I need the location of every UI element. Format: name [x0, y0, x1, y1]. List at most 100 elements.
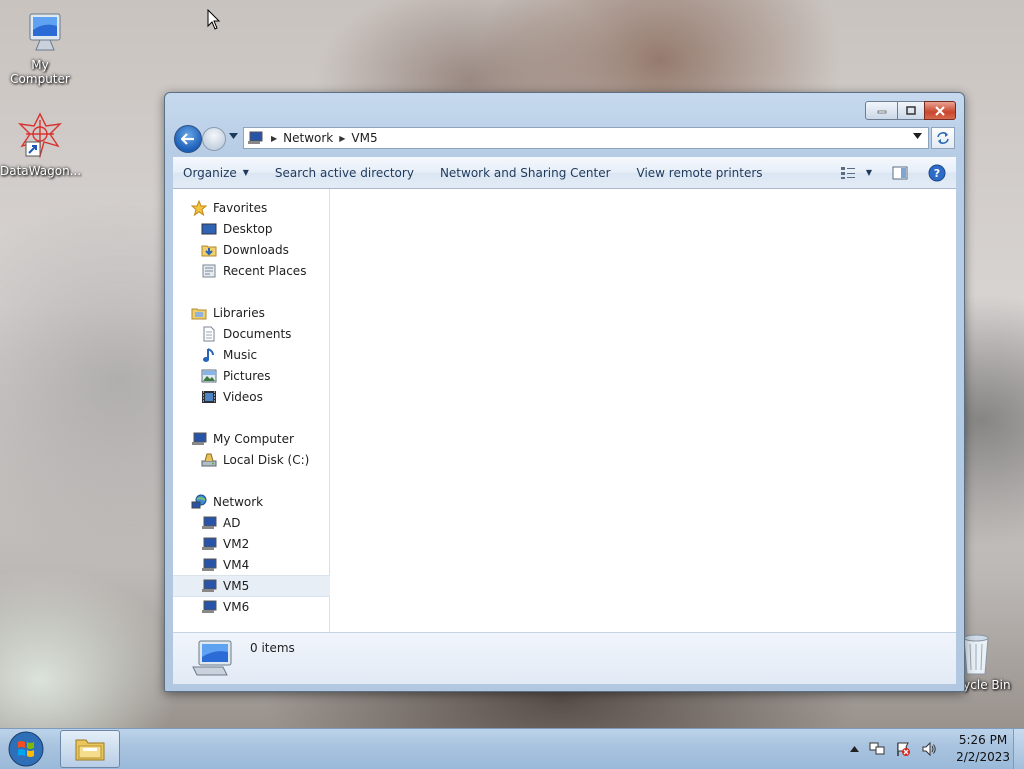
videos-icon [202, 391, 216, 403]
action-center-tray-icon[interactable] [895, 741, 911, 757]
network-tray-icon[interactable] [869, 741, 885, 757]
organize-button[interactable]: Organize ▼ [183, 166, 249, 180]
minimize-icon [877, 110, 886, 113]
desktop-icon-datawagon[interactable]: DataWagon... [0, 112, 82, 178]
organize-label: Organize [183, 165, 237, 180]
show-desktop-button[interactable] [1013, 729, 1024, 769]
nav-music-label: Music [223, 348, 258, 362]
view-controls: ▼ ? [830, 157, 956, 188]
breadcrumb-vm5[interactable]: VM5 [351, 131, 377, 145]
nav-libraries[interactable]: Libraries [173, 303, 347, 323]
nav-network-vm4-label: VM4 [223, 558, 250, 572]
taskbar-explorer-button[interactable] [60, 730, 120, 768]
hard-drive-icon [201, 453, 217, 467]
show-hidden-icons-button[interactable] [850, 746, 860, 752]
back-arrow-icon [181, 133, 194, 145]
window-controls [865, 101, 956, 120]
nav-my-computer-label: My Computer [213, 432, 294, 446]
maximize-button[interactable] [898, 101, 924, 120]
close-button[interactable] [924, 101, 956, 120]
start-button[interactable] [6, 731, 46, 767]
nav-network-vm2-label: VM2 [223, 537, 250, 551]
network-computer-icon [202, 516, 217, 529]
computer-icon [192, 432, 207, 445]
pictures-icon [201, 369, 217, 383]
view-details-icon [840, 166, 855, 179]
search-active-directory-label: Search active directory [274, 165, 414, 180]
help-icon: ? [928, 164, 946, 181]
star-icon [191, 200, 207, 216]
file-list-pane[interactable] [330, 189, 956, 632]
back-button[interactable] [174, 125, 202, 153]
downloads-folder-icon [201, 245, 217, 257]
nav-favorites-label: Favorites [213, 201, 268, 215]
folder-icon [75, 739, 105, 761]
explorer-window[interactable]: ▶ Network ▶ VM5 Organize ▼ Search active… [164, 92, 965, 692]
help-button[interactable]: ? [928, 164, 946, 182]
item-count: 0 items [250, 641, 295, 655]
network-computer-icon [202, 579, 217, 592]
close-icon [935, 105, 945, 116]
music-note-icon [203, 348, 214, 362]
refresh-icon [937, 132, 949, 144]
network-icon [191, 494, 207, 509]
nav-pictures-label: Pictures [223, 369, 271, 383]
network-computer-icon [248, 131, 263, 144]
change-view-button[interactable]: ▼ [840, 166, 872, 180]
details-pane: 0 items [173, 632, 956, 684]
nav-my-computer[interactable]: My Computer [173, 429, 347, 449]
network-sharing-center-button[interactable]: Network and Sharing Center [440, 166, 611, 180]
forward-button[interactable] [202, 127, 226, 151]
desktop-icon-label: My Computer [10, 58, 70, 86]
documents-icon [203, 326, 215, 342]
nav-network-vm5-label: VM5 [223, 579, 250, 593]
nav-libraries-label: Libraries [213, 306, 265, 320]
network-status-icon [869, 742, 885, 755]
network-computer-icon [202, 558, 217, 571]
search-active-directory-button[interactable]: Search active directory [275, 166, 414, 180]
preview-pane-button[interactable] [892, 166, 908, 180]
chevron-down-icon: ▼ [865, 168, 872, 177]
clock-time: 5:26 PM [958, 733, 1008, 747]
maximize-icon [906, 106, 916, 115]
network-sharing-center-label: Network and Sharing Center [439, 165, 611, 180]
history-dropdown-icon[interactable] [229, 133, 238, 139]
desktop-icon-label: DataWagon... [0, 164, 82, 178]
nav-network-ad-label: AD [223, 516, 241, 530]
taskbar: 5:26 PM 2/2/2023 [0, 728, 1024, 769]
nav-network[interactable]: Network [173, 492, 347, 512]
chevron-down-icon: ▼ [242, 168, 249, 177]
network-computer-icon [192, 640, 232, 676]
preview-pane-icon [892, 166, 908, 179]
computer-icon [29, 13, 61, 51]
nav-network-label: Network [213, 495, 264, 509]
address-dropdown-icon[interactable] [913, 133, 922, 139]
desktop-folder-icon [201, 223, 217, 235]
nav-downloads-label: Downloads [223, 243, 289, 257]
speaker-icon [922, 741, 936, 757]
clock-date: 2/2/2023 [956, 750, 1010, 764]
minimize-button[interactable] [865, 101, 898, 120]
navigation-pane[interactable]: Favorites Desktop Downloads Recent Place… [173, 189, 357, 632]
volume-tray-icon[interactable] [921, 741, 937, 757]
libraries-icon [191, 308, 207, 320]
windows-logo-icon [8, 731, 44, 767]
network-computer-icon [202, 537, 217, 550]
clock[interactable]: 5:26 PM 2/2/2023 [956, 732, 1010, 766]
nav-favorites[interactable]: Favorites [173, 198, 347, 218]
nav-documents-label: Documents [223, 327, 292, 341]
desktop-icon-my-computer[interactable]: My Computer [0, 8, 80, 86]
network-computer-icon [202, 600, 217, 613]
nav-local-disk-label: Local Disk (C:) [223, 453, 310, 467]
breadcrumb-separator: ▶ [271, 133, 278, 143]
refresh-button[interactable] [931, 127, 955, 149]
address-bar[interactable]: ▶ Network ▶ VM5 [243, 127, 929, 149]
chevron-up-icon [850, 746, 860, 752]
mouse-cursor-icon [207, 9, 221, 30]
view-remote-printers-button[interactable]: View remote printers [637, 166, 763, 180]
nav-recent-places-label: Recent Places [223, 264, 307, 278]
view-remote-printers-label: View remote printers [636, 165, 763, 180]
datawagon-shortcut-icon [18, 112, 62, 159]
breadcrumb-network[interactable]: Network [283, 131, 333, 145]
nav-desktop-label: Desktop [223, 222, 273, 236]
